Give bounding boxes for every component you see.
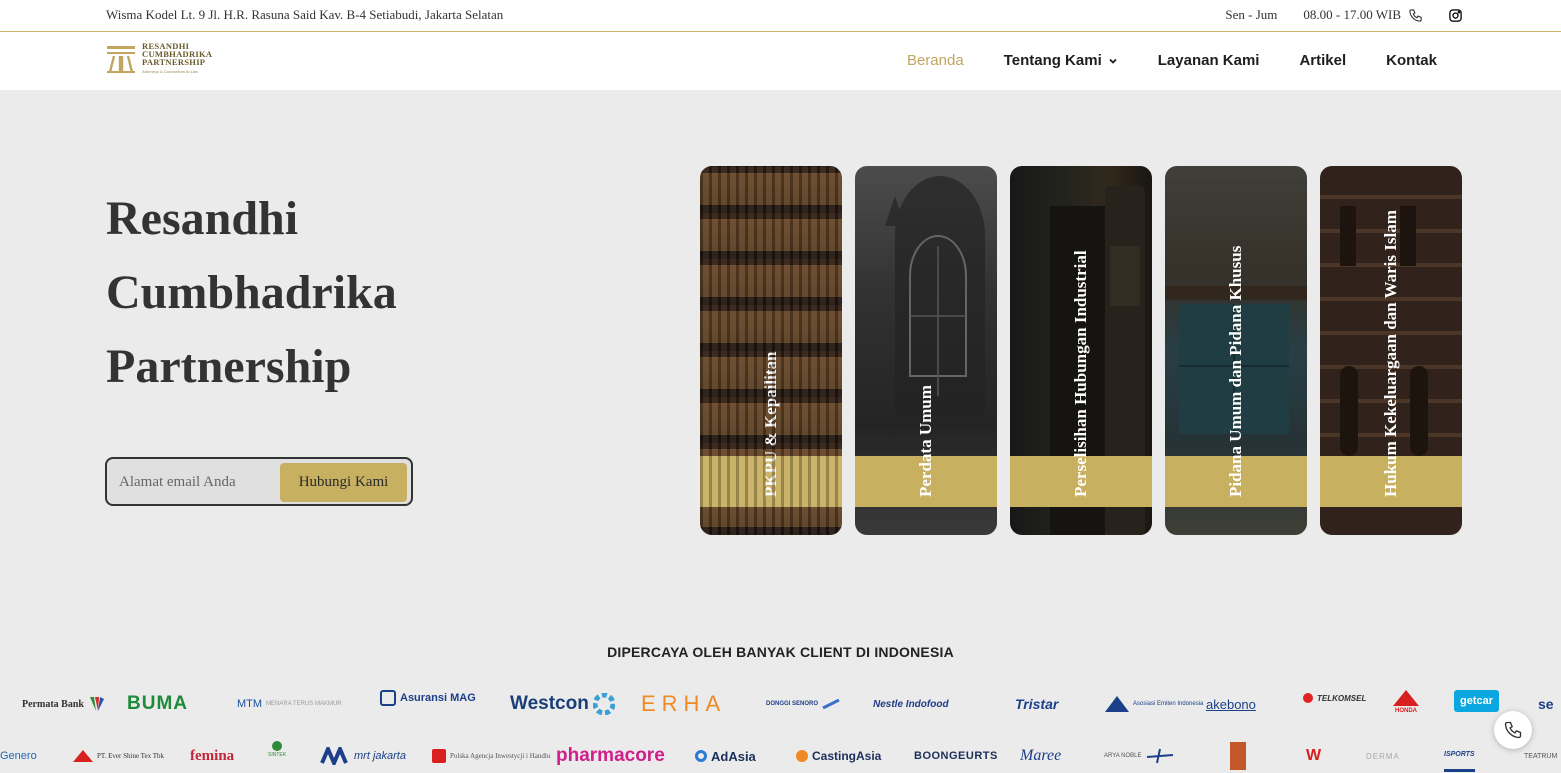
client-logo: pharmacore xyxy=(556,745,665,766)
logo-tagline: Attorneys & Counsellors At Law xyxy=(142,69,199,74)
client-logo: Westcon xyxy=(510,688,615,720)
client-logo: DERMA xyxy=(1366,751,1400,761)
hero-title: Resandhi Cumbhadrika Partnership xyxy=(106,182,397,404)
office-hours: Sen - Jum 08.00 - 17.00 WIB xyxy=(1225,7,1401,23)
logo-mark-icon xyxy=(106,43,136,75)
client-logo: femina xyxy=(190,747,235,764)
chevron-down-icon xyxy=(1109,58,1117,64)
phone-icon[interactable] xyxy=(1406,6,1424,24)
client-logo: Asuransi MAG xyxy=(380,682,476,714)
service-card-label: Hukum Kekeluargaan dan Waris Islam xyxy=(1381,210,1400,497)
nav-layanan-kami[interactable]: Layanan Kami xyxy=(1158,52,1260,69)
clients-row-1: Permata Bank BUMA MTM MENARA TERUS MAKMUR… xyxy=(0,688,1561,720)
client-logo: BOONGEURTS xyxy=(914,750,998,762)
service-card-hukum-kekeluargaan[interactable]: Hukum Kekeluargaan dan Waris Islam xyxy=(1320,166,1462,535)
service-card-label: Perselisihan Hubungan Industrial xyxy=(1071,250,1090,497)
client-logo: TEATRUM xyxy=(1524,752,1558,760)
instagram-icon[interactable] xyxy=(1446,6,1464,24)
client-logo: ISPORTS xyxy=(1444,740,1475,772)
contact-button[interactable]: Hubungi Kami xyxy=(280,463,407,502)
service-card-perdata[interactable]: Perdata Umum xyxy=(855,166,997,535)
client-logo: CastingAsia xyxy=(796,740,881,772)
service-card-hubungan-industrial[interactable]: Perselisihan Hubungan Industrial xyxy=(1010,166,1152,535)
top-bar: Wisma Kodel Lt. 9 Jl. H.R. Rasuna Said K… xyxy=(0,0,1561,32)
client-logo: Asosiasi Emiten Indonesia xyxy=(1105,688,1203,720)
client-logo: TELKOMSEL xyxy=(1303,682,1366,714)
logo-line-3: PARTNERSHIP xyxy=(142,57,206,67)
nav-menu: Beranda Tentang Kami Layanan Kami Artike… xyxy=(907,52,1437,69)
site-logo[interactable]: RESANDHI CUMBHADRIKA PARTNERSHIP Attorne… xyxy=(106,42,212,76)
nav-beranda[interactable]: Beranda xyxy=(907,52,964,69)
service-card-label: Perdata Umum xyxy=(916,385,935,497)
client-logo: BUMA xyxy=(127,693,188,714)
clients-row-2: Genero PT. Ever Shine Tex Tbk femina SIN… xyxy=(0,740,1561,772)
service-card-pkpu[interactable]: PKPU & Kepailitan xyxy=(700,166,842,535)
client-logo: Tristar xyxy=(1015,696,1059,712)
client-logo: AdAsia xyxy=(695,740,756,772)
hero-title-line-1: Resandhi xyxy=(106,192,299,245)
client-logo: MTM MENARA TERUS MAKMUR xyxy=(237,698,342,710)
client-logo: Permata Bank xyxy=(22,688,106,720)
clients-title: DIPERCAYA OLEH BANYAK CLIENT DI INDONESI… xyxy=(607,644,954,660)
client-logo: Polska Agencja Inwestycji i Handlu xyxy=(432,740,550,772)
client-logo: se xyxy=(1538,696,1554,712)
nav-tentang-kami[interactable]: Tentang Kami xyxy=(1004,52,1118,69)
client-logo: ARYA NOBLE xyxy=(1104,740,1175,772)
nav-kontak[interactable]: Kontak xyxy=(1386,52,1437,69)
main-navbar: RESANDHI CUMBHADRIKA PARTNERSHIP Attorne… xyxy=(0,32,1561,90)
office-time: 08.00 - 17.00 WIB xyxy=(1303,7,1401,22)
client-logo: Genero xyxy=(0,750,37,762)
service-cards: PKPU & Kepailitan Perdata Umum Perselisi… xyxy=(700,166,1462,535)
address-text: Wisma Kodel Lt. 9 Jl. H.R. Rasuna Said K… xyxy=(106,7,504,22)
nav-tentang-kami-label: Tentang Kami xyxy=(1003,52,1102,69)
phone-icon xyxy=(1504,721,1522,739)
client-logo: HONDA xyxy=(1391,688,1421,720)
client-logo: mrt jakarta xyxy=(320,740,406,772)
email-input[interactable] xyxy=(119,471,279,493)
client-logo: akebono xyxy=(1206,696,1256,712)
hero-title-line-3: Partnership xyxy=(106,340,352,393)
client-logo: PT. Ever Shine Tex Tbk xyxy=(73,740,164,772)
contact-form: Hubungi Kami xyxy=(105,457,413,506)
service-card-label: Pidana Umum dan Pidana Khusus xyxy=(1226,245,1245,497)
hero-title-line-2: Cumbhadrika xyxy=(106,266,397,319)
client-logo: SINTEK xyxy=(268,740,286,772)
service-card-pidana[interactable]: Pidana Umum dan Pidana Khusus xyxy=(1165,166,1307,535)
nav-artikel[interactable]: Artikel xyxy=(1299,52,1346,69)
client-logo: W xyxy=(1306,747,1322,764)
client-logo: getcar xyxy=(1454,690,1500,712)
client-logo: DONGGI SENORO xyxy=(766,688,840,720)
floating-call-button[interactable] xyxy=(1494,711,1532,749)
client-logo: Maree xyxy=(1020,747,1062,764)
service-card-band xyxy=(700,456,842,507)
office-days: Sen - Jum xyxy=(1225,7,1278,22)
brand-mark-icon xyxy=(1230,742,1246,770)
client-logo: Nestle Indofood xyxy=(873,698,949,710)
client-logo: ERHA xyxy=(641,691,727,716)
service-card-label: PKPU & Kepailitan xyxy=(761,351,780,497)
client-logo xyxy=(1230,740,1246,772)
